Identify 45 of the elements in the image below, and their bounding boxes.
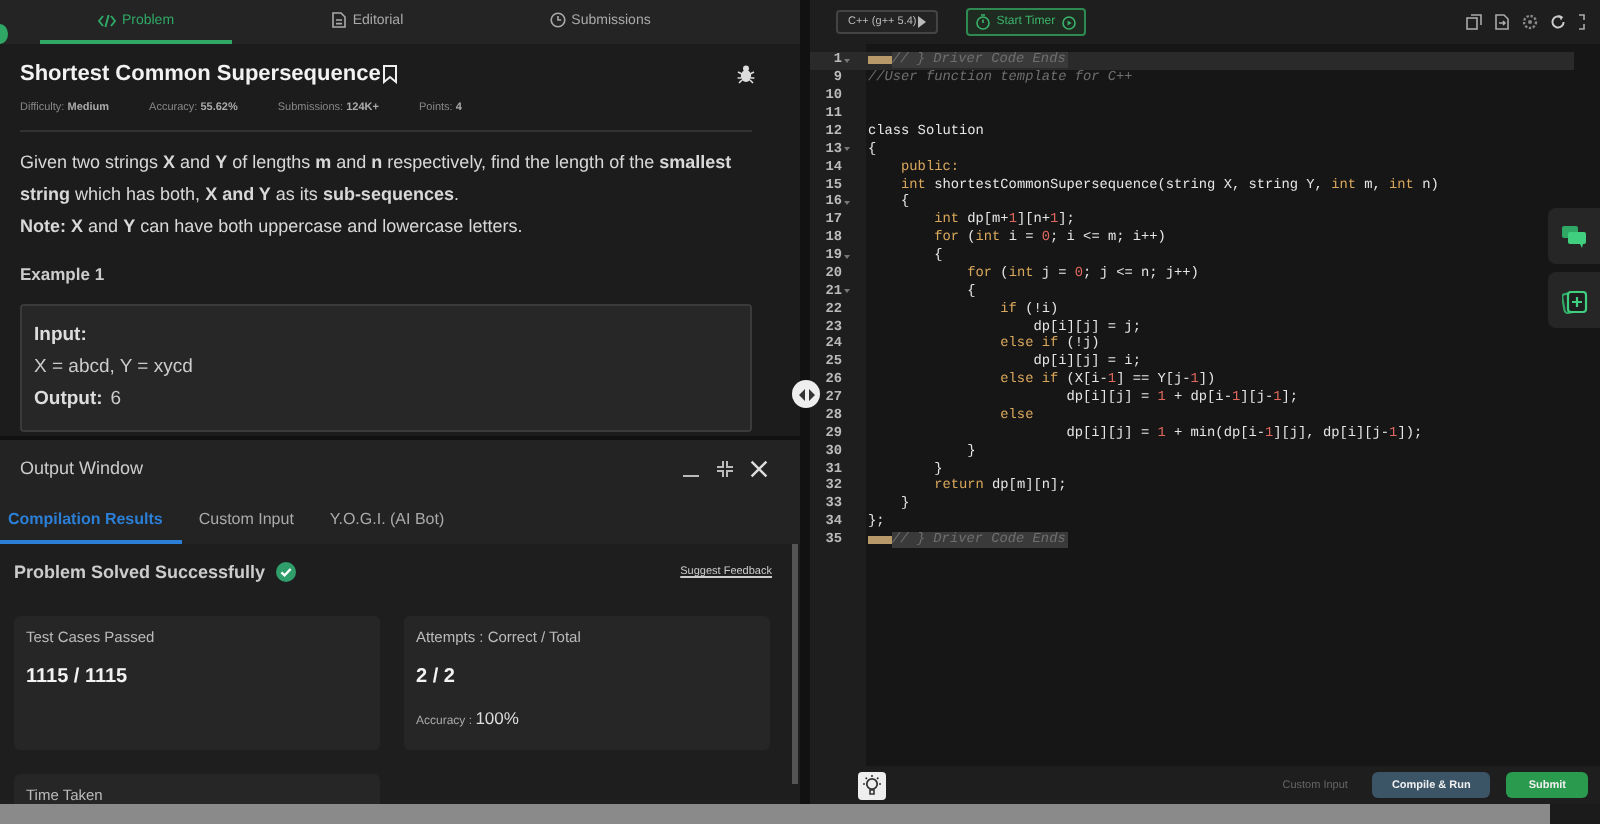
example-label: Input: <box>34 322 87 350</box>
timer-icon <box>976 14 991 30</box>
copy-icon[interactable] <box>1466 14 1482 30</box>
lightbulb-icon[interactable] <box>858 771 886 799</box>
caret-icon <box>918 16 927 28</box>
output-tab[interactable]: Y.O.G.I. (AI Bot) <box>321 496 465 544</box>
description-paragraph: Note: X and Y can have both uppercase and lowercase letters. <box>20 214 525 240</box>
code-icon <box>97 13 116 27</box>
fold-arrow-icon[interactable] <box>844 146 850 153</box>
fold-marker[interactable] <box>868 56 892 65</box>
bookmark-icon[interactable] <box>382 64 399 84</box>
scrollbar[interactable] <box>792 544 798 784</box>
settings-icon[interactable] <box>1522 14 1538 30</box>
horizontal-scrollbar[interactable] <box>0 804 1550 824</box>
accuracy-value: 100% <box>475 708 519 728</box>
bug-icon[interactable] <box>736 64 756 84</box>
fold-arrow-icon[interactable] <box>844 199 850 206</box>
card-value: 2 / 2 <box>416 666 457 688</box>
fold-marker[interactable] <box>868 536 892 545</box>
clock-icon <box>549 12 566 28</box>
fullscreen-icon[interactable] <box>1578 14 1588 30</box>
result-status: Problem Solved Successfully <box>14 562 266 582</box>
close-icon[interactable] <box>750 459 768 477</box>
add-note-button[interactable] <box>1548 272 1600 328</box>
fold-arrow-icon[interactable] <box>844 253 850 260</box>
output-title: Output Window <box>20 458 144 478</box>
example-value: X = abcd, Y = xycd <box>34 354 193 382</box>
play-icon <box>1061 15 1076 29</box>
chat-button[interactable] <box>1548 208 1600 264</box>
example-value: 6 <box>110 386 122 414</box>
drag-arrows-icon <box>797 387 815 401</box>
cards-plus-icon <box>1561 287 1587 313</box>
problem-title: Shortest Common Supersequence <box>20 62 381 86</box>
document-icon <box>332 12 347 28</box>
output-tab[interactable]: Custom Input <box>190 496 314 544</box>
example-label: Output: <box>34 386 103 414</box>
reset-icon[interactable] <box>1550 14 1566 30</box>
file-import-icon[interactable] <box>1494 14 1510 30</box>
collapse-icon[interactable] <box>716 459 734 477</box>
check-circle-icon <box>275 562 296 582</box>
fold-arrow-icon[interactable] <box>844 288 850 295</box>
example-heading: Example 1 <box>20 264 107 284</box>
description-paragraph: Given two strings X and Y of lengths m and n respectively, find the length of the smallest string which has both, X and Y as its sub-sequences. <box>20 150 734 208</box>
card-value: 1115 / 1115 <box>26 666 130 688</box>
chat-icon <box>1562 225 1586 247</box>
